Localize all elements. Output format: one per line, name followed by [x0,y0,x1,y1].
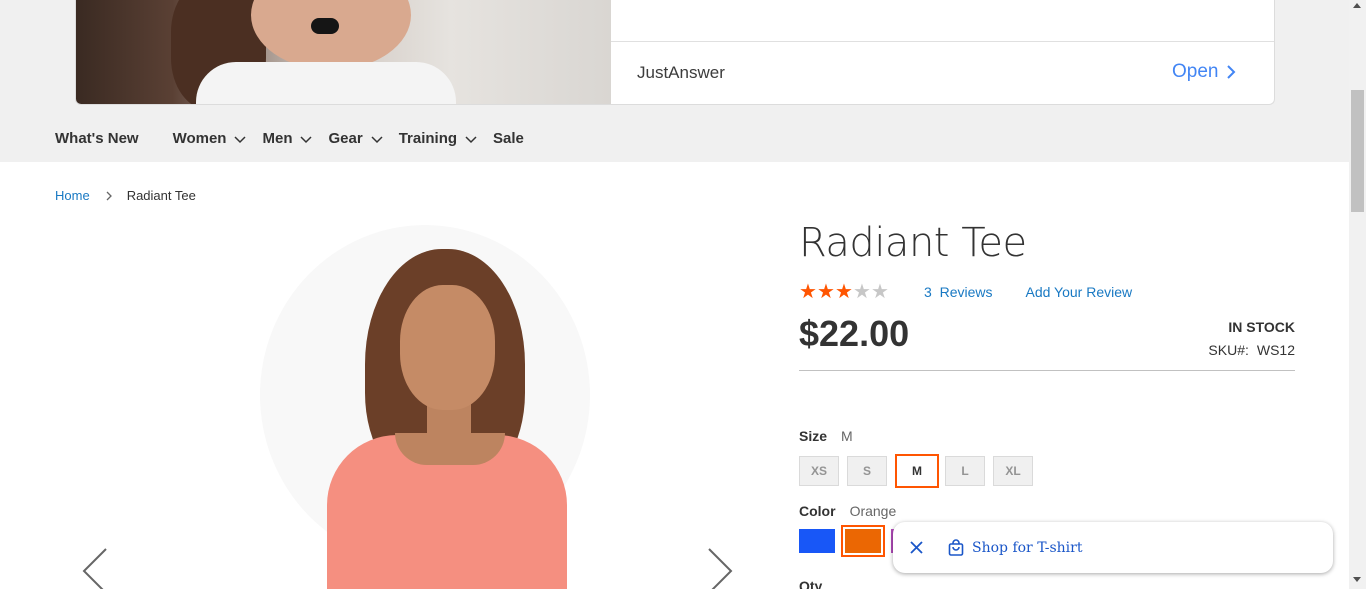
product-gallery[interactable] [55,225,755,589]
reviews-count: 3 [924,284,932,300]
star-icon: ★ [799,281,817,303]
star-icon: ★ [871,281,889,303]
chevron-right-icon [106,191,112,200]
chevron-down-icon [371,135,383,143]
qty-label: Qty [799,578,823,589]
add-review-link[interactable]: Add Your Review [1025,284,1132,300]
chevron-right-icon [1227,65,1236,79]
chevron-down-icon [234,135,247,143]
rating-stars: ★ ★ ★ ★ ★ [799,281,889,303]
product-info: Radiant Tee ★ ★ ★ ★ ★ 3 Reviews Add Your Rev… [799,220,1295,589]
product-title: Radiant Tee [799,220,1027,266]
nav-item-women[interactable]: Women [173,130,247,147]
page-scrollbar[interactable] [1349,0,1366,589]
nav-item-label: Training [398,130,458,147]
color-selected-value: Orange [849,503,897,519]
breadcrumb: Home Radiant Tee [55,188,196,203]
product-price: $22.00 [799,313,910,354]
color-attribute: Color Orange [799,503,896,519]
ad-banner[interactable]: JustAnswer Open [75,0,1275,105]
scroll-up-arrow-icon[interactable] [1353,3,1361,8]
stock-status: IN STOCK [1228,319,1295,335]
ad-divider [611,41,1274,42]
color-swatch[interactable] [799,529,835,553]
shopping-bag-icon [948,538,964,556]
nav-item-label: Gear [328,130,363,147]
scroll-down-arrow-icon[interactable] [1353,577,1361,582]
sku-label: SKU#: [1208,342,1249,358]
sku-value: WS12 [1256,342,1295,358]
product-image-part [400,285,495,410]
nav-item-label: Sale [493,130,524,147]
size-option-xl[interactable]: XL [993,456,1033,486]
size-label: Size [799,428,828,444]
ad-open-label: Open [1172,61,1219,82]
nav-item-sale[interactable]: Sale [493,130,524,147]
chevron-down-icon [465,135,477,143]
size-options: XS S M L XL [799,454,1041,488]
nav-item-gear[interactable]: Gear [328,130,383,147]
rating-summary: ★ ★ ★ ★ ★ 3 Reviews Add Your Review [799,281,1132,303]
reviews-label: Reviews [939,284,993,300]
size-option-l[interactable]: L [945,456,985,486]
breadcrumb-current: Radiant Tee [126,188,196,203]
ad-image[interactable] [76,0,611,104]
gallery-prev-arrow-icon[interactable] [80,547,110,589]
size-selected-value: M [841,428,853,444]
color-label: Color [799,503,836,519]
sku: SKU#: WS12 [1208,342,1295,358]
scrollbar-thumb[interactable] [1351,90,1364,212]
color-swatch[interactable] [841,525,885,557]
star-icon: ★ [853,281,871,303]
nav-item-label: What's New [55,130,139,147]
nav-item-training[interactable]: Training [399,130,477,147]
star-icon: ★ [817,281,835,303]
shopping-chip-label[interactable]: Shop for T-shirt [972,540,1082,556]
shopping-suggestion-chip[interactable]: Shop for T-shirt [893,522,1333,573]
size-option-s[interactable]: S [847,456,887,486]
reviews-link[interactable]: 3 Reviews [924,284,992,300]
nav-item-label: Women [172,130,227,147]
main-nav: What's New Women Men Gear Training Sale [55,130,558,147]
ad-advertiser-name[interactable]: JustAnswer [637,63,725,83]
gallery-next-arrow-icon[interactable] [705,547,735,589]
ad-open-button[interactable]: Open [1172,61,1236,83]
star-icon: ★ [835,281,853,303]
size-option-xs[interactable]: XS [799,456,839,486]
chevron-down-icon [300,135,313,143]
breadcrumb-home-link[interactable]: Home [55,188,90,203]
divider [799,370,1295,371]
size-attribute: Size M [799,428,853,444]
nav-item-men[interactable]: Men [262,130,313,147]
size-option-m[interactable]: M [895,454,939,488]
product-image-part [395,433,505,465]
close-icon[interactable] [907,539,925,557]
nav-item-label: Men [262,130,293,147]
nav-item-whats-new[interactable]: What's New [55,130,139,147]
